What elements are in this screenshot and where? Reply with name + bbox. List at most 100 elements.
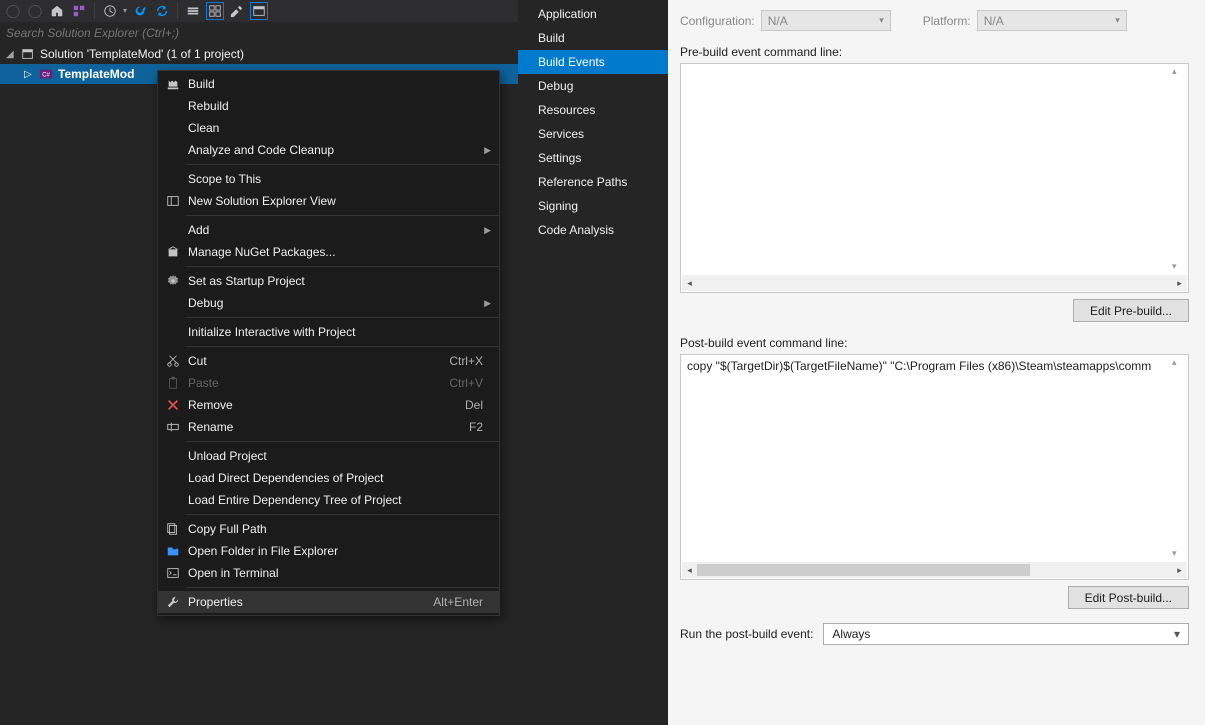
- menu-item-label: Load Entire Dependency Tree of Project: [188, 493, 491, 507]
- menu-item-rebuild[interactable]: Rebuild: [158, 95, 499, 117]
- configuration-value: N/A: [768, 14, 788, 28]
- cut-icon: [158, 354, 188, 368]
- separator: [177, 3, 178, 19]
- gear-icon: [158, 274, 188, 288]
- menu-item-manage-nuget-packages[interactable]: Manage NuGet Packages...: [158, 241, 499, 263]
- menu-item-open-folder-in-file-explorer[interactable]: Open Folder in File Explorer: [158, 540, 499, 562]
- menu-item-unload-project[interactable]: Unload Project: [158, 445, 499, 467]
- solution-root[interactable]: ◢ Solution 'TemplateMod' (1 of 1 project…: [0, 44, 518, 64]
- menu-item-label: Cut: [188, 354, 449, 368]
- menu-item-build[interactable]: Build: [158, 73, 499, 95]
- menu-item-label: Copy Full Path: [188, 522, 491, 536]
- category-settings[interactable]: Settings: [518, 146, 668, 170]
- preview-icon[interactable]: [250, 2, 268, 20]
- show-all-icon[interactable]: [206, 2, 224, 20]
- sync-icon[interactable]: [153, 2, 171, 20]
- category-label: Services: [538, 127, 584, 141]
- postbuild-label: Post-build event command line:: [680, 336, 1189, 350]
- separator: [186, 514, 499, 515]
- submenu-arrow-icon: ▶: [484, 298, 491, 309]
- vscroll[interactable]: ▴▾: [1172, 66, 1186, 272]
- menu-item-label: Scope to This: [188, 172, 491, 186]
- separator: [186, 346, 499, 347]
- category-code-analysis[interactable]: Code Analysis: [518, 218, 668, 242]
- menu-item-cut[interactable]: CutCtrl+X: [158, 350, 499, 372]
- csharp-project-icon: C#: [38, 66, 54, 82]
- menu-item-debug[interactable]: Debug▶: [158, 292, 499, 314]
- wrench-icon: [158, 595, 188, 609]
- menu-item-rename[interactable]: RenameF2: [158, 416, 499, 438]
- vscroll[interactable]: ▴▾: [1172, 357, 1186, 559]
- property-categories: ApplicationBuild Build Events Debug Resourc…: [518, 0, 668, 725]
- menu-item-label: Analyze and Code Cleanup: [188, 143, 484, 157]
- edit-prebuild-button[interactable]: Edit Pre-build...: [1073, 299, 1189, 322]
- prebuild-label: Pre-build event command line:: [680, 45, 1189, 59]
- menu-item-initialize-interactive-with-project[interactable]: Initialize Interactive with Project: [158, 321, 499, 343]
- menu-item-open-in-terminal[interactable]: Open in Terminal: [158, 562, 499, 584]
- menu-item-new-solution-explorer-view[interactable]: New Solution Explorer View: [158, 190, 499, 212]
- menu-item-set-as-startup-project[interactable]: Set as Startup Project: [158, 270, 499, 292]
- collapse-icon[interactable]: [184, 2, 202, 20]
- project-context-menu: BuildRebuildCleanAnalyze and Code Cleanu…: [157, 70, 500, 616]
- menu-item-label: New Solution Explorer View: [188, 194, 491, 208]
- history-icon[interactable]: [101, 2, 119, 20]
- postbuild-value: copy "$(TargetDir)$(TargetFileName)" "C:…: [687, 359, 1151, 373]
- expand-icon[interactable]: ◢: [6, 49, 16, 60]
- openfolder-icon: [158, 544, 188, 558]
- category-build-events[interactable]: Build Events: [518, 50, 668, 74]
- platform-label: Platform:: [923, 14, 971, 28]
- menu-item-clean[interactable]: Clean: [158, 117, 499, 139]
- category-label: Code Analysis: [538, 223, 614, 237]
- home-icon[interactable]: [48, 2, 66, 20]
- chevron-down-icon[interactable]: ▾: [123, 6, 127, 15]
- hscroll[interactable]: ◂▸: [682, 562, 1187, 578]
- separator: [186, 587, 499, 588]
- edit-postbuild-button[interactable]: Edit Post-build...: [1068, 586, 1189, 609]
- run-postbuild-combo[interactable]: Always ▾: [823, 623, 1189, 645]
- project-label: TemplateMod: [58, 67, 134, 81]
- menu-item-scope-to-this[interactable]: Scope to This: [158, 168, 499, 190]
- run-postbuild-label: Run the post-build event:: [680, 627, 813, 641]
- forward-icon[interactable]: ◯: [26, 2, 44, 20]
- menu-item-copy-full-path[interactable]: Copy Full Path: [158, 518, 499, 540]
- solution-icon[interactable]: [70, 2, 88, 20]
- properties-icon[interactable]: [228, 2, 246, 20]
- category-label: Debug: [538, 79, 573, 93]
- menu-item-label: Open in Terminal: [188, 566, 491, 580]
- separator: [186, 266, 499, 267]
- menu-item-load-entire-dependency-tree-of-project[interactable]: Load Entire Dependency Tree of Project: [158, 489, 499, 511]
- menu-item-properties[interactable]: PropertiesAlt+Enter: [158, 591, 499, 613]
- platform-value: N/A: [984, 14, 1004, 28]
- category-label: Build Events: [538, 55, 605, 69]
- menu-item-load-direct-dependencies-of-project[interactable]: Load Direct Dependencies of Project: [158, 467, 499, 489]
- chevron-down-icon: ▾: [1174, 627, 1180, 641]
- platform-combo[interactable]: N/A ▾: [977, 10, 1127, 31]
- category-reference-paths[interactable]: Reference Paths: [518, 170, 668, 194]
- menu-item-label: Manage NuGet Packages...: [188, 245, 491, 259]
- submenu-arrow-icon: ▶: [484, 145, 491, 156]
- copypath-icon: [158, 522, 188, 536]
- postbuild-textarea[interactable]: copy "$(TargetDir)$(TargetFileName)" "C:…: [680, 354, 1189, 580]
- configuration-combo[interactable]: N/A ▾: [761, 10, 891, 31]
- menu-item-label: Open Folder in File Explorer: [188, 544, 491, 558]
- expand-icon[interactable]: ▷: [24, 69, 34, 80]
- menu-item-add[interactable]: Add▶: [158, 219, 499, 241]
- rename-icon: [158, 420, 188, 434]
- category-signing[interactable]: Signing: [518, 194, 668, 218]
- back-icon[interactable]: ◯: [4, 2, 22, 20]
- category-services[interactable]: Services: [518, 122, 668, 146]
- category-debug[interactable]: Debug: [518, 74, 668, 98]
- category-application[interactable]: Application: [518, 2, 668, 26]
- refresh-icon[interactable]: [131, 2, 149, 20]
- menu-item-shortcut: Del: [465, 398, 491, 412]
- paste-icon: [158, 376, 188, 390]
- hscroll[interactable]: ◂▸: [682, 275, 1187, 291]
- prebuild-textarea[interactable]: ▴▾ ◂▸: [680, 63, 1189, 293]
- category-label: Resources: [538, 103, 595, 117]
- category-build[interactable]: Build: [518, 26, 668, 50]
- menu-item-remove[interactable]: RemoveDel: [158, 394, 499, 416]
- menu-item-analyze-and-code-cleanup[interactable]: Analyze and Code Cleanup▶: [158, 139, 499, 161]
- submenu-arrow-icon: ▶: [484, 225, 491, 236]
- menu-item-shortcut: Alt+Enter: [433, 595, 491, 609]
- category-resources[interactable]: Resources: [518, 98, 668, 122]
